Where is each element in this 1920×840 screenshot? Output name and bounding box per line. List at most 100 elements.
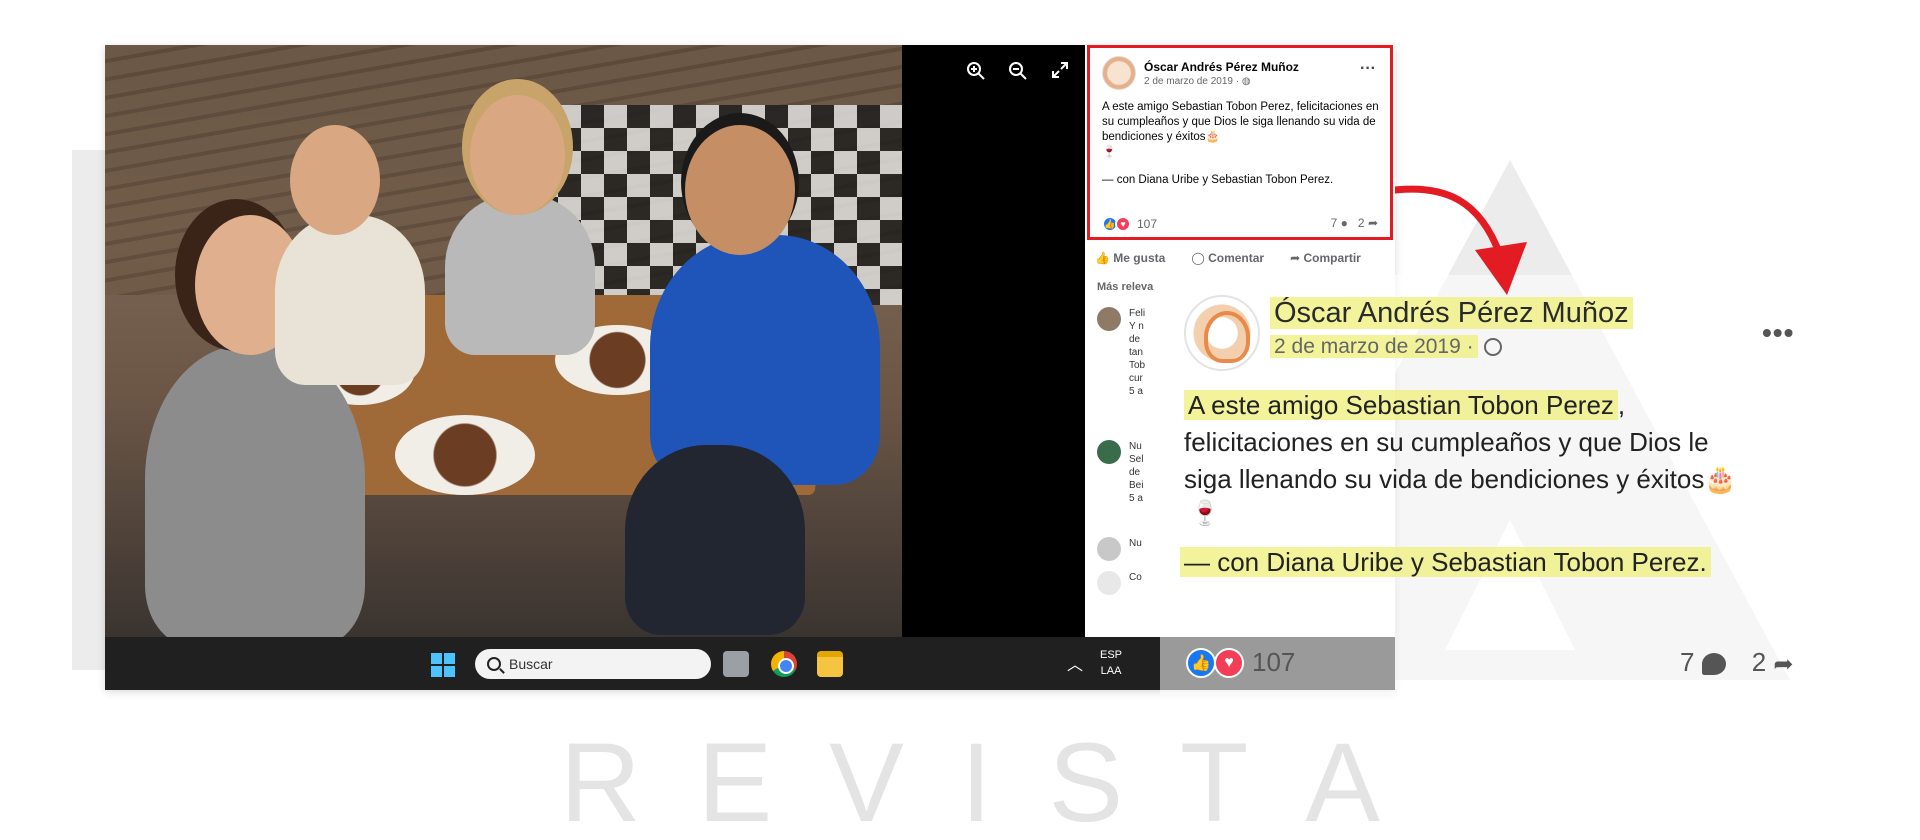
share-arrow-icon: ➦ — [1367, 216, 1378, 230]
watermark-letter: T — [1180, 720, 1249, 840]
zoom-comments: 7 — [1680, 647, 1726, 678]
zoom-in-icon[interactable] — [965, 61, 987, 83]
commenter-avatar[interactable] — [1097, 537, 1121, 561]
author-name[interactable]: Óscar Andrés Pérez Muñoz — [1144, 60, 1299, 74]
reactions-count: 107 — [1137, 217, 1158, 231]
comments-count-value: 7 — [1330, 216, 1338, 230]
task-view-icon[interactable] — [723, 651, 749, 677]
photo-person-woman-left — [145, 345, 365, 637]
post-date[interactable]: 2 de marzo de 2019 · ◍ — [1144, 76, 1299, 87]
zoom-post-comma: , — [1617, 390, 1626, 420]
post-photo[interactable] — [105, 45, 902, 637]
chevron-up-icon[interactable]: ︿ — [1067, 651, 1083, 675]
zoom-post-text: A este amigo Sebastian Tobon Perez, feli… — [1184, 387, 1784, 498]
zoom-wine-emoji-icon: 🍷 — [1190, 500, 1220, 527]
photo-person-woman-center — [445, 195, 595, 355]
watermark-letter: I — [960, 720, 992, 840]
like-button[interactable]: 👍 Me gusta — [1095, 251, 1165, 265]
comment-icon: ◯ — [1191, 251, 1205, 265]
love-reaction-icon: ♥ — [1214, 647, 1244, 678]
zoom-post-tagged-with: — con Diana Uribe y Sebastian Tobon Pere… — [1180, 547, 1711, 578]
wine-emoji-icon: 🍷 — [1102, 146, 1117, 158]
share-label: Compartir — [1303, 251, 1361, 265]
post-text: A este amigo Sebastian Tobon Perez, feli… — [1102, 100, 1387, 160]
author-avatar[interactable] — [1102, 56, 1136, 90]
language-line2: LAA — [1100, 665, 1122, 677]
watermark-revista: R E V I S T A — [560, 718, 1380, 840]
comment-button[interactable]: ◯ Comentar — [1191, 251, 1264, 265]
post-text-comma: , — [1290, 101, 1294, 113]
search-placeholder: Buscar — [509, 656, 553, 672]
windows-start-icon[interactable] — [431, 653, 455, 677]
photo-head — [685, 125, 795, 255]
zoom-post-mention: A este amigo Sebastian Tobon Perez — [1184, 390, 1618, 420]
share-icon: ➦ — [1290, 251, 1301, 265]
comments-count[interactable]: 7 ● — [1331, 216, 1348, 230]
zoom-cake-emoji-icon: 🎂 — [1704, 464, 1737, 494]
zoom-tagged-text: — con Diana Uribe y Sebastian Tobon Pere… — [1180, 547, 1711, 577]
zoom-author-avatar — [1184, 295, 1260, 371]
commenter-avatar[interactable] — [1097, 440, 1121, 464]
cake-emoji-icon: 🎂 — [1205, 131, 1220, 143]
watermark-letter: V — [829, 720, 904, 840]
user-avatar[interactable] — [1097, 571, 1121, 595]
fullscreen-icon[interactable] — [1049, 61, 1071, 83]
photo-head — [290, 125, 380, 235]
like-reaction-icon: 👍 — [1186, 647, 1216, 678]
red-arrow-icon — [1395, 185, 1527, 295]
post-text-mention-line: A este amigo Sebastian Tobon Perez — [1102, 101, 1291, 113]
shares-count-value: 2 — [1357, 216, 1365, 230]
language-indicator[interactable]: ESP LAA — [1100, 647, 1122, 679]
highlighted-post-callout: Óscar Andrés Pérez Muñoz 2 de marzo de 2… — [1087, 45, 1393, 240]
watermark-letter: R — [560, 720, 641, 840]
comment-sort-dropdown[interactable]: Más releva — [1097, 281, 1153, 293]
zoom-reactions-summary: 👍 ♥ 107 — [1186, 647, 1295, 678]
share-arrow-icon: ➦ — [1773, 650, 1794, 678]
photo-plate — [395, 415, 535, 495]
search-icon — [487, 657, 501, 671]
comment-composer: Co — [1097, 571, 1169, 595]
like-label: Me gusta — [1113, 251, 1166, 265]
zoom-shares-count: 2 — [1751, 647, 1767, 677]
comment-bubble-icon — [1701, 653, 1726, 676]
zoom-reactions-count: 107 — [1252, 647, 1296, 677]
shares-count[interactable]: 2 ➦ — [1358, 216, 1378, 230]
zoom-post-line2: felicitaciones en su cumpleaños y que Di… — [1184, 427, 1709, 457]
zoom-more-dots-icon: ••• — [1762, 317, 1795, 348]
reactions-summary[interactable]: 👍 ♥ 107 — [1102, 216, 1157, 232]
zoom-post-line3: siga llenando su vida de bendiciones y é… — [1184, 464, 1705, 494]
post-header: Óscar Andrés Pérez Muñoz 2 de marzo de 2… — [1102, 56, 1299, 90]
comment-bubble-icon: ● — [1340, 216, 1348, 230]
zoom-shares: 2 ➦ — [1752, 647, 1794, 679]
share-button[interactable]: ➦ Compartir — [1290, 251, 1361, 265]
watermark-letter: S — [1048, 720, 1124, 840]
thumbs-up-icon: 👍 — [1095, 251, 1110, 265]
watermark-letter: A — [1305, 720, 1380, 840]
watermark-letter: E — [697, 720, 773, 840]
comment-item: Nu — [1097, 537, 1169, 561]
photo-jeans — [625, 445, 805, 635]
zoom-post-date: 2 de marzo de 2019 · — [1270, 335, 1502, 359]
engagement-counts: 7 ● 2 ➦ — [1331, 216, 1378, 230]
comment-item: Feli Y n de tan Tob cur 5 a — [1097, 307, 1169, 398]
comment-item: Nu Sel de Bei 5 a — [1097, 440, 1169, 505]
zoom-comments-count: 7 — [1680, 647, 1695, 678]
zoomed-post-callout: Óscar Andrés Pérez Muñoz 2 de marzo de 2… — [1160, 275, 1810, 695]
viewer-controls — [965, 61, 1071, 83]
zoom-engagement-counts: 7 2 ➦ — [1680, 647, 1794, 679]
post-actions: 👍 Me gusta ◯ Comentar ➦ Compartir — [1095, 251, 1361, 265]
comment-label: Comentar — [1208, 251, 1265, 265]
zoom-out-icon[interactable] — [1007, 61, 1029, 83]
file-explorer-icon[interactable] — [817, 651, 843, 677]
post-date-text: 2 de marzo de 2019 · — [1144, 75, 1240, 87]
language-line1: ESP — [1100, 649, 1123, 661]
love-reaction-icon: ♥ — [1115, 216, 1131, 232]
globe-icon — [1483, 338, 1502, 357]
more-dots-icon[interactable]: ··· — [1360, 60, 1376, 78]
post-tagged-with: — con Diana Uribe y Sebastian Tobon Pere… — [1102, 174, 1334, 186]
globe-icon: ◍ — [1241, 75, 1251, 87]
photo-person-man-left — [275, 215, 425, 385]
commenter-avatar[interactable] — [1097, 307, 1121, 331]
taskbar-search-input[interactable]: Buscar — [475, 649, 711, 679]
chrome-icon[interactable] — [771, 651, 797, 677]
